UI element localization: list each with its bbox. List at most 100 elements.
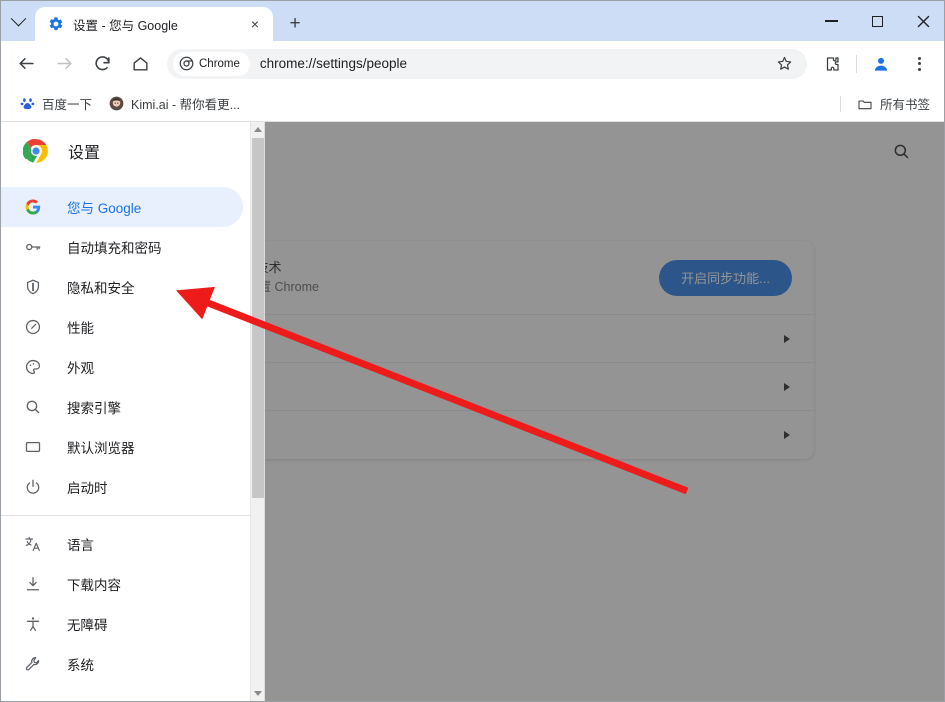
browser-toolbar: Chrome chrome://settings/people — [1, 41, 944, 86]
folder-icon — [857, 96, 873, 112]
scroll-down-button[interactable] — [251, 686, 265, 701]
close-button[interactable] — [900, 1, 944, 41]
translate-icon — [23, 534, 43, 554]
kimi-avatar-icon — [109, 96, 123, 111]
settings-search-button[interactable] — [886, 136, 916, 166]
sidebar-item-label: 自动填充和密码 — [67, 241, 162, 256]
sidebar-item-default-browser[interactable]: 默认浏览器 — [1, 427, 243, 467]
shield-icon — [23, 277, 43, 297]
home-button[interactable] — [123, 47, 157, 81]
arrow-left-icon — [18, 57, 34, 70]
sidebar-scrollbar[interactable] — [250, 122, 264, 701]
download-icon — [23, 574, 43, 594]
star-icon — [777, 56, 791, 70]
kimi-favicon-icon — [108, 96, 124, 112]
chevron-right-icon — [784, 334, 790, 343]
chrome-scheme-chip: Chrome — [173, 51, 250, 76]
sidebar-item-label: 下载内容 — [67, 578, 121, 593]
chrome-logo-icon — [22, 138, 49, 164]
bookmark-item-kimi[interactable]: Kimi.ai - 帮你看更... — [100, 91, 248, 117]
bookmark-label: Kimi.ai - 帮你看更... — [131, 98, 241, 112]
address-bar[interactable]: Chrome chrome://settings/people — [167, 47, 807, 81]
sidebar-item-label: 默认浏览器 — [67, 441, 135, 456]
sidebar-group-primary: 您与 Google 自动填充和密码 隐私和安全 性能 外观 搜索引擎 默认浏览器… — [1, 179, 265, 507]
power-icon — [23, 477, 43, 497]
sidebar-item-label: 性能 — [67, 321, 94, 336]
browser-menu-button[interactable] — [902, 47, 936, 81]
minimize-button[interactable] — [808, 1, 854, 41]
back-button[interactable] — [9, 47, 43, 81]
close-icon[interactable]: × — [245, 14, 265, 34]
all-bookmarks-label: 所有书签 — [879, 98, 930, 112]
bookmark-label: 百度一下 — [42, 98, 93, 112]
sidebar-item-system[interactable]: 系统 — [1, 644, 243, 684]
browser-window: 设置 - 您与 Google × + Chrome chrome://setti… — [0, 0, 945, 702]
settings-header: 设置 — [1, 122, 264, 179]
settings-gear-icon — [47, 16, 64, 33]
tab-settings[interactable]: 设置 - 您与 Google × — [35, 7, 273, 41]
sidebar-item-label: 无障碍 — [67, 618, 108, 633]
three-dot-menu-icon — [917, 56, 921, 71]
all-bookmarks-button[interactable]: 所有书签 — [849, 91, 938, 117]
tab-strip: 设置 - 您与 Google × + — [1, 1, 944, 41]
maximize-button[interactable] — [854, 1, 900, 41]
sidebar-item-label: 搜索引擎 — [67, 401, 121, 416]
search-icon — [894, 144, 908, 158]
tab-title: 设置 - 您与 Google — [73, 18, 178, 33]
sidebar-group-advanced: 语言 下载内容 无障碍 系统 — [1, 515, 265, 684]
triangle-down-icon — [254, 691, 262, 696]
bookmarks-bar: 百度一下 Kimi.ai - 帮你看更... 所有书签 — [1, 86, 944, 122]
scroll-up-button[interactable] — [251, 122, 265, 137]
arrow-right-icon — [56, 57, 72, 70]
chrome-logo-mono-icon — [179, 56, 194, 71]
key-icon — [23, 237, 43, 257]
folder-outline-icon — [858, 99, 872, 109]
new-tab-button[interactable]: + — [280, 9, 310, 39]
settings-sidebar: 设置 您与 Google 自动填充和密码 隐私和安全 性能 外观 搜索引擎 默认… — [1, 122, 265, 701]
bookmark-item-baidu[interactable]: 百度一下 — [11, 91, 100, 117]
sidebar-item-label: 外观 — [67, 361, 94, 376]
home-icon — [132, 57, 148, 71]
sidebar-item-privacy-and-security[interactable]: 隐私和安全 — [1, 267, 243, 307]
palette-icon — [23, 357, 43, 377]
sidebar-item-autofill[interactable]: 自动填充和密码 — [1, 227, 243, 267]
person-icon — [875, 57, 887, 71]
bookmarks-divider — [839, 95, 841, 112]
avatar — [870, 52, 892, 75]
sidebar-item-label: 语言 — [67, 538, 94, 553]
settings-page: Google 的智能技术 同步并个性化设置 Chrome 开启同步功能... 服… — [1, 122, 944, 701]
sidebar-item-performance[interactable]: 性能 — [1, 307, 243, 347]
reload-button[interactable] — [85, 47, 119, 81]
accessibility-icon — [23, 614, 43, 634]
minimize-icon — [824, 20, 838, 22]
bookmark-star-button[interactable] — [767, 47, 801, 81]
sidebar-item-search-engine[interactable]: 搜索引擎 — [1, 387, 243, 427]
extensions-puzzle-icon — [826, 56, 839, 71]
sidebar-item-accessibility[interactable]: 无障碍 — [1, 604, 243, 644]
sidebar-item-label: 隐私和安全 — [67, 281, 135, 296]
baidu-favicon-icon — [19, 96, 35, 112]
extensions-button[interactable] — [815, 47, 849, 81]
speedometer-icon — [23, 317, 43, 337]
url-text[interactable]: chrome://settings/people — [260, 56, 765, 71]
search-icon — [23, 397, 43, 417]
forward-button[interactable] — [47, 47, 81, 81]
sidebar-item-label: 系统 — [67, 658, 94, 673]
sidebar-item-label: 启动时 — [67, 481, 108, 496]
scrollbar-thumb[interactable] — [252, 138, 264, 498]
sidebar-item-you-and-google[interactable]: 您与 Google — [1, 187, 243, 227]
baidu-paw-icon — [20, 98, 34, 110]
chevron-down-icon — [10, 10, 26, 26]
profile-button[interactable] — [864, 47, 898, 81]
sidebar-item-downloads[interactable]: 下载内容 — [1, 564, 243, 604]
turn-on-sync-button[interactable]: 开启同步功能... — [659, 259, 792, 296]
sidebar-item-languages[interactable]: 语言 — [1, 524, 243, 564]
sidebar-item-appearance[interactable]: 外观 — [1, 347, 243, 387]
tab-search-button[interactable] — [1, 1, 35, 41]
sidebar-item-label: 您与 Google — [67, 201, 142, 216]
triangle-up-icon — [254, 127, 262, 132]
close-icon — [917, 15, 929, 27]
chevron-right-icon — [784, 431, 790, 439]
chip-label: Chrome — [199, 57, 240, 70]
sidebar-item-on-startup[interactable]: 启动时 — [1, 467, 243, 507]
